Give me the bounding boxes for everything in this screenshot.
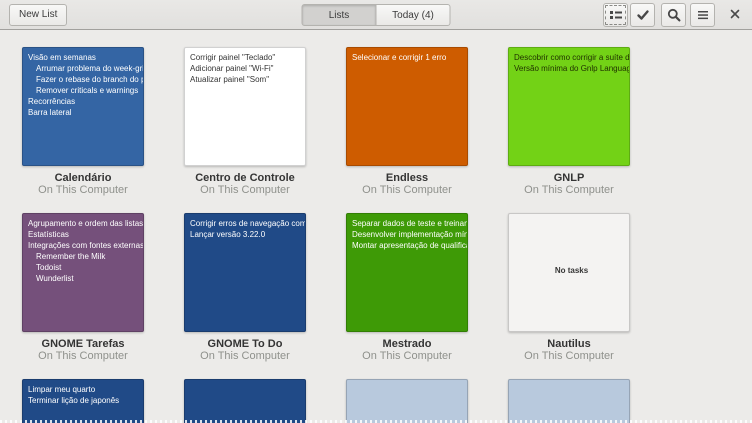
close-icon [729,8,741,23]
list-title: GNOME Tarefas [22,338,144,350]
task-item: Recorrências [28,96,143,107]
task-list-thumbnail: Agrupamento e ordem das listas de tarefa… [22,213,144,332]
search-icon [666,7,682,23]
task-item: Visão em semanas [28,52,143,63]
task-list-card-row3-1[interactable]: Limpar meu quarto Terminar lição de japo… [22,379,144,423]
list-subtitle: On This Computer [22,184,144,196]
selection-mode-button[interactable] [630,3,655,27]
list-subtitle: On This Computer [346,350,468,362]
search-button[interactable] [661,3,686,27]
task-list-thumbnail: Corrigir erros de navegação com teclado … [184,213,306,332]
task-item: Fazer o rebase do branch do pandusor [28,74,143,85]
task-item: Desenvolver implementação mínima [352,229,467,240]
task-item: Terminar lição de japonês [28,395,143,406]
task-list-thumbnail: Descobrir como corrigir a suíte de teste… [508,47,630,166]
no-tasks-label: No tasks [514,218,629,323]
task-item: Estatísticas [28,229,143,240]
task-list-thumbnail: Selecionar e corrigir 1 erro [346,47,468,166]
list-title: Endless [346,172,468,184]
task-list-card-gnome-to-do[interactable]: Corrigir erros de navegação com teclado … [184,213,306,379]
menu-icon [695,7,711,23]
task-item: Remover criticals e warnings [28,85,143,96]
task-list-thumbnail: Separar dados de teste e treinamento Des… [346,213,468,332]
headerbar-actions [603,3,747,27]
window-close-button[interactable] [723,3,747,27]
task-list-thumbnail: Limpar meu quarto Terminar lição de japo… [22,379,144,423]
task-list-card-calendario[interactable]: Visão em semanas Arrumar problema do wee… [22,47,144,213]
list-subtitle: On This Computer [508,350,630,362]
task-list-thumbnail: Visão em semanas Arrumar problema do wee… [22,47,144,166]
task-list-card-row3-4[interactable] [508,379,630,423]
task-lists-grid: Visão em semanas Arrumar problema do wee… [22,47,630,423]
task-list-thumbnail: Corrigir painel "Teclado" Adicionar pain… [184,47,306,166]
list-title: GNOME To Do [184,338,306,350]
view-list-button[interactable] [603,3,628,27]
task-item: Corrigir erros de navegação com teclado [190,218,305,229]
list-title: Centro de Controle [184,172,306,184]
task-list-card-gnlp[interactable]: Descobrir como corrigir a suíte de teste… [508,47,630,213]
task-list-thumbnail: No tasks [508,213,630,332]
task-item: Lançar versão 3.22.0 [190,229,305,240]
task-item: Todoist [28,262,143,273]
list-title: Calendário [22,172,144,184]
task-list-card-row3-3[interactable] [346,379,468,423]
list-subtitle: On This Computer [508,184,630,196]
task-item: Integrações com fontes externas [28,240,143,251]
task-list-card-nautilus[interactable]: No tasks Nautilus On This Computer [508,213,630,379]
task-list-card-gnome-tarefas[interactable]: Agrupamento e ordem das listas de tarefa… [22,213,144,379]
list-title: GNLP [508,172,630,184]
task-item: Corrigir painel "Teclado" [190,52,305,63]
task-item: Wunderlist [28,273,143,284]
menu-button[interactable] [690,3,715,27]
task-item: Agrupamento e ordem das listas de tarefa… [28,218,143,229]
headerbar: New List Lists Today (4) [0,0,752,30]
gnome-todo-window: New List Lists Today (4) [0,0,752,423]
view-list-icon [608,7,624,23]
task-item: Atualizar painel "Som" [190,74,305,85]
task-item: Versão mínima do Gnlp Language Tool [514,63,629,74]
task-item: Montar apresentação de qualificação [352,240,467,251]
task-item: Barra lateral [28,107,143,118]
list-subtitle: On This Computer [346,184,468,196]
task-list-card-mestrado[interactable]: Separar dados de teste e treinamento Des… [346,213,468,379]
task-item: Separar dados de teste e treinamento [352,218,467,229]
task-item: Selecionar e corrigir 1 erro [352,52,467,63]
task-item: Remember the Milk [28,251,143,262]
list-subtitle: On This Computer [184,350,306,362]
list-title: Mestrado [346,338,468,350]
list-subtitle: On This Computer [22,350,144,362]
new-list-button[interactable]: New List [9,4,67,26]
task-list-card-row3-2[interactable] [184,379,306,423]
list-title: Nautilus [508,338,630,350]
task-item: Descobrir como corrigir a suíte de teste… [514,52,629,63]
list-subtitle: On This Computer [184,184,306,196]
task-list-thumbnail [346,379,468,423]
tab-today[interactable]: Today (4) [376,4,451,26]
task-item: Adicionar painel "Wi-Fi" [190,63,305,74]
task-list-thumbnail [508,379,630,423]
tab-lists[interactable]: Lists [302,4,377,26]
check-icon [635,7,651,23]
view-switcher: Lists Today (4) [302,4,451,26]
task-item: Limpar meu quarto [28,384,143,395]
task-list-card-endless[interactable]: Selecionar e corrigir 1 erro Endless On … [346,47,468,213]
task-item: Arrumar problema do week-grid [28,63,143,74]
task-list-card-centro-de-controle[interactable]: Corrigir painel "Teclado" Adicionar pain… [184,47,306,213]
task-list-thumbnail [184,379,306,423]
